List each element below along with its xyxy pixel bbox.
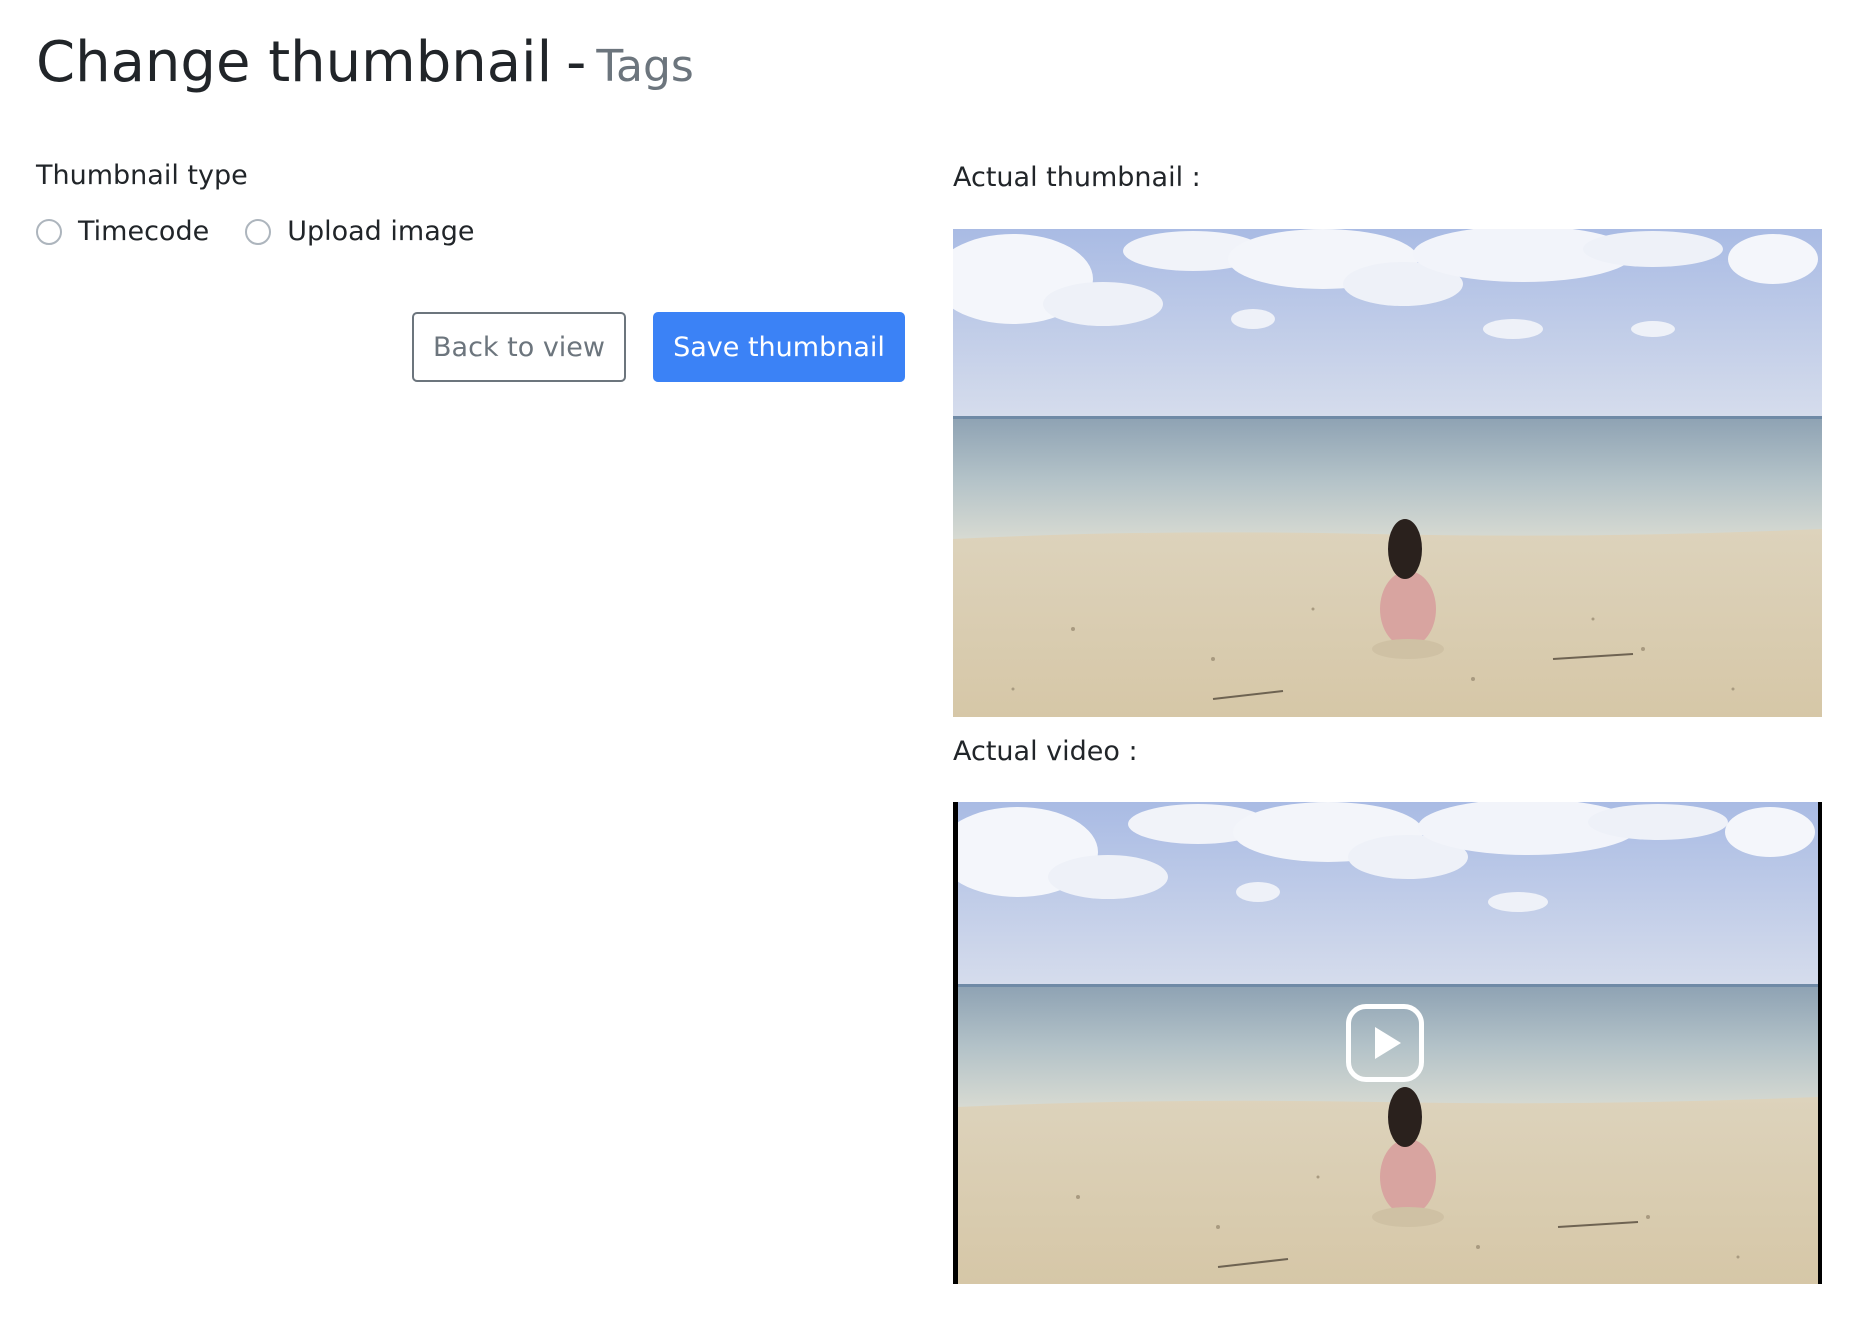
thumbnail-image <box>953 229 1822 717</box>
play-icon <box>1375 1027 1401 1059</box>
timecode-radio-label[interactable]: Timecode <box>78 214 209 250</box>
timecode-radio[interactable] <box>36 219 62 245</box>
radio-option-timecode[interactable]: Timecode <box>36 214 209 250</box>
actual-video-label: Actual video : <box>953 736 1138 767</box>
actual-thumbnail-label: Actual thumbnail : <box>953 162 1201 193</box>
page-title-text: Change thumbnail <box>36 30 553 95</box>
page-subtitle: Tags <box>596 41 694 92</box>
page-title: Change thumbnail - Tags <box>36 28 694 102</box>
back-to-view-button[interactable]: Back to view <box>412 312 626 382</box>
save-thumbnail-button[interactable]: Save thumbnail <box>653 312 905 382</box>
play-button[interactable] <box>1346 1004 1424 1082</box>
radio-option-upload-image[interactable]: Upload image <box>245 214 475 250</box>
video-player[interactable] <box>953 802 1822 1284</box>
upload-image-radio-label[interactable]: Upload image <box>287 214 474 250</box>
title-separator: - <box>566 30 587 95</box>
thumbnail-type-radio-group: Timecode Upload image <box>36 212 511 252</box>
thumbnail-type-label: Thumbnail type <box>36 160 248 191</box>
upload-image-radio[interactable] <box>245 219 272 245</box>
